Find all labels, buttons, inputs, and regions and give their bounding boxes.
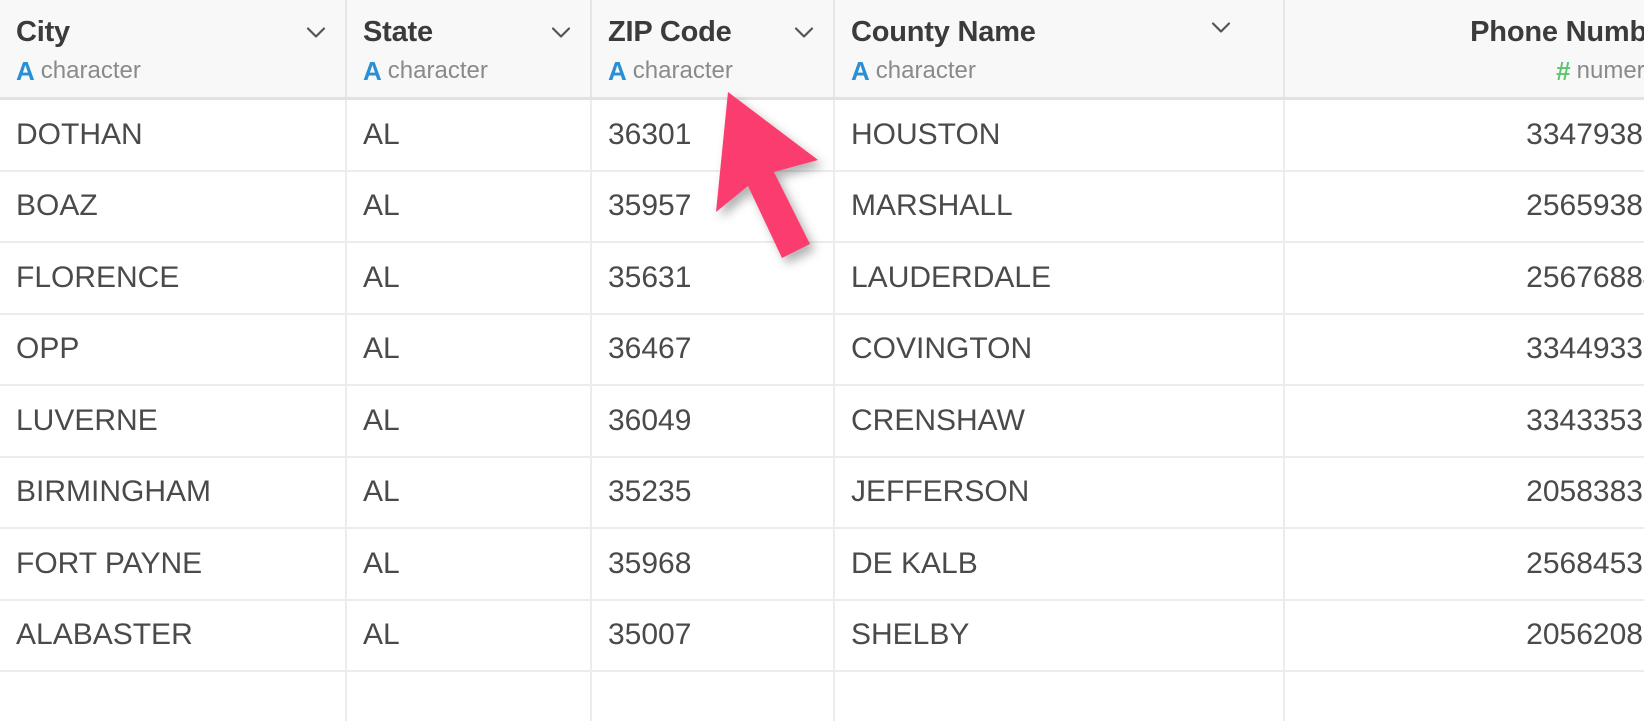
column-title-phone-number: Phone Number — [1470, 15, 1644, 48]
cell-zip: 36301 — [590, 100, 833, 170]
character-type-icon: A — [16, 56, 35, 86]
cell-state: AL — [345, 314, 590, 384]
cell-zip: 36049 — [590, 386, 833, 456]
column-title-county-name: County Name — [851, 15, 1036, 48]
cell-state: AL — [345, 243, 590, 313]
cell-city: FLORENCE — [16, 260, 180, 294]
cell-county: MARSHALL — [833, 171, 1283, 241]
cell-state: AL — [345, 600, 590, 670]
character-type-icon: A — [608, 56, 627, 86]
column-header-title-row: State — [363, 10, 574, 54]
cell-county: LAUDERDALE — [833, 243, 1283, 313]
cell-zip: 35968 — [590, 529, 833, 599]
cell-state: AL — [345, 386, 590, 456]
column-type-row: # numeric — [1317, 54, 1644, 88]
column-header-city[interactable]: City A character — [0, 0, 345, 97]
cell-city: BIRMINGHAM — [16, 475, 211, 509]
column-type-label: character — [875, 57, 976, 84]
cell-state: AL — [345, 171, 590, 241]
column-header-zip-code[interactable]: ZIP Code A character — [590, 0, 833, 97]
cell-state: AL — [345, 100, 590, 170]
cell-phone: 2565938310 — [1283, 171, 1644, 241]
table-row[interactable]: BIRMINGHAM AL 35235 JEFFERSON 2058383122 — [0, 457, 1644, 529]
column-header-title-row: County Name — [851, 10, 1267, 54]
column-header-title-row: ZIP Code — [608, 10, 817, 54]
cell-city: LUVERNE — [16, 403, 158, 437]
column-type-row: A character — [851, 54, 1267, 88]
column-type-label: numeric — [1576, 57, 1644, 84]
cell-county: DE KALB — [833, 529, 1283, 599]
column-type-row: A character — [16, 54, 329, 88]
column-header-title-row: Phone Number — [1299, 10, 1644, 54]
cell-county: SHELBY — [833, 600, 1283, 670]
numeric-type-icon: # — [1556, 56, 1571, 86]
cell-phone — [1283, 672, 1644, 721]
cell-county — [833, 672, 1283, 721]
cell-city: DOTHAN — [16, 117, 143, 151]
cell-city: FORT PAYNE — [16, 546, 203, 580]
table-row[interactable]: FLORENCE AL 35631 LAUDERDALE 2567688400 — [0, 243, 1644, 315]
cell-state: AL — [345, 529, 590, 599]
table-row[interactable]: LUVERNE AL 36049 CRENSHAW 3343353374 — [0, 386, 1644, 458]
column-type-label: character — [40, 57, 141, 84]
cell-state — [345, 672, 590, 721]
table-row[interactable]: DOTHAN AL 36301 HOUSTON 3347938700 — [0, 100, 1644, 172]
cell-phone: 3347938700 — [1283, 100, 1644, 170]
data-grid: City A character State A character ZIP C… — [0, 0, 1644, 721]
chevron-down-icon[interactable] — [303, 19, 329, 45]
cell-county: COVINGTON — [833, 314, 1283, 384]
cell-phone: 2567688400 — [1283, 243, 1644, 313]
column-type-label: character — [387, 57, 488, 84]
cell-city: OPP — [16, 332, 80, 366]
cell-phone: 2058383122 — [1283, 457, 1644, 527]
cell-city — [0, 672, 345, 721]
chevron-down-icon[interactable] — [791, 19, 817, 45]
column-title-city: City — [16, 15, 70, 48]
table-row[interactable]: OPP AL 36467 COVINGTON 3344933541 — [0, 314, 1644, 386]
column-header-state[interactable]: State A character — [345, 0, 590, 97]
character-type-icon: A — [851, 56, 870, 86]
grid-body: DOTHAN AL 36301 HOUSTON 3347938700 BOAZ … — [0, 100, 1644, 721]
cell-zip: 35957 — [590, 171, 833, 241]
character-type-icon: A — [363, 56, 382, 86]
cell-phone: 2568453151 — [1283, 529, 1644, 599]
table-row[interactable]: FORT PAYNE AL 35968 DE KALB 2568453151 — [0, 529, 1644, 601]
cell-state: AL — [345, 457, 590, 527]
column-type-label: character — [632, 57, 733, 84]
table-row[interactable]: ALABASTER AL 35007 SHELBY 2056208100 — [0, 600, 1644, 672]
cell-zip — [590, 672, 833, 721]
cell-county: HOUSTON — [833, 100, 1283, 170]
cell-county: CRENSHAW — [833, 386, 1283, 456]
table-row-partial[interactable] — [0, 672, 1644, 721]
column-type-row: A character — [363, 54, 574, 88]
cell-phone: 2056208100 — [1283, 600, 1644, 670]
cell-zip: 35007 — [590, 600, 833, 670]
column-title-zip-code: ZIP Code — [608, 15, 732, 48]
chevron-down-icon[interactable] — [1208, 14, 1234, 40]
column-type-row: A character — [608, 54, 817, 88]
column-header-title-row: City — [16, 10, 329, 54]
cell-phone: 3343353374 — [1283, 386, 1644, 456]
cell-city: ALABASTER — [16, 618, 193, 652]
cell-city: BOAZ — [16, 189, 98, 223]
column-header-phone-number[interactable]: Phone Number # numeric — [1283, 0, 1644, 97]
cell-zip: 35235 — [590, 457, 833, 527]
grid-header-row: City A character State A character ZIP C… — [0, 0, 1644, 100]
cell-phone: 3344933541 — [1283, 314, 1644, 384]
cell-county: JEFFERSON — [833, 457, 1283, 527]
cell-zip: 36467 — [590, 314, 833, 384]
table-row[interactable]: BOAZ AL 35957 MARSHALL 2565938310 — [0, 171, 1644, 243]
cell-zip: 35631 — [590, 243, 833, 313]
chevron-down-icon[interactable] — [548, 19, 574, 45]
column-title-state: State — [363, 15, 433, 48]
